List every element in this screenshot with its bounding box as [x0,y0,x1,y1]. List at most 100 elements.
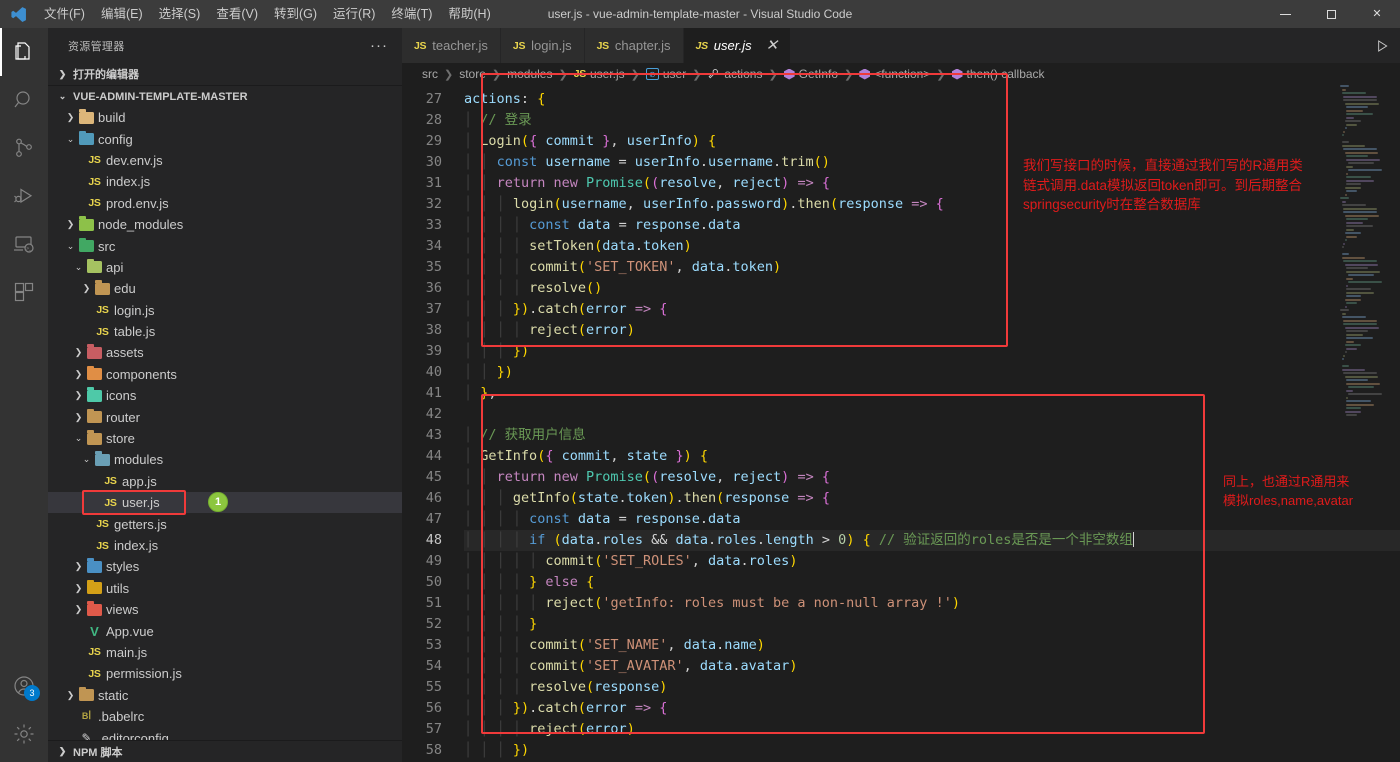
tree-item-styles[interactable]: ❯ styles [48,556,402,577]
code-editor[interactable]: 27 28 29 30 31 32 33 34 35 36 37 38 39 40 41 42 43 44 45 46… [402,85,1400,762]
code-line[interactable]: │ │ }) [464,362,1400,383]
tree-item-components[interactable]: ❯ components [48,364,402,385]
tab-login-js[interactable]: JS login.js [500,28,585,63]
code-line[interactable]: │ │ │ │ if (data.roles && data.roles.len… [464,530,1400,551]
window-controls[interactable]: ✕ [1262,0,1400,28]
tree-item-config[interactable]: ⌄ config [48,128,402,149]
code-line[interactable]: │ // 获取用户信息 [464,425,1400,446]
menu-run[interactable]: 运行(R) [325,0,383,28]
breadcrumb-item-getinfo[interactable]: GetInfo [783,67,838,81]
code-line[interactable]: │ │ │ │ } else { [464,572,1400,593]
code-line[interactable]: │ │ │ │ commit('SET_TOKEN', data.token) [464,257,1400,278]
code-line[interactable]: │ │ │ │ const data = response.data [464,509,1400,530]
tree-item-node-modules[interactable]: ❯ node_modules [48,214,402,235]
editor-tabs[interactable]: JS teacher.js JS login.js JS chapter.js JS user… [402,28,1400,63]
menu-file[interactable]: 文件(F) [36,0,93,28]
tree-item--editorconfig[interactable]: ❯✎.editorconfig [48,727,402,740]
tab-chapter-js[interactable]: JS chapter.js [584,28,684,63]
activitybar-run-debug[interactable] [0,172,48,220]
maximize-button[interactable] [1308,0,1354,28]
code-line[interactable]: │ │ │ }).catch(error => { [464,698,1400,719]
tree-item-router[interactable]: ❯ router [48,406,402,427]
breadcrumb-item-actions[interactable]: actions [707,67,762,81]
activitybar-source-control[interactable] [0,124,48,172]
tree-item-modules[interactable]: ⌄ modules [48,449,402,470]
code-line[interactable]: │ │ │ }) [464,341,1400,362]
code-line[interactable]: │ │ │ │ │ commit('SET_ROLES', data.roles… [464,551,1400,572]
code-line[interactable]: │ │ │ │ resolve(response) [464,677,1400,698]
code-line[interactable]: │ }, [464,383,1400,404]
code-line[interactable]: │ │ const username = userInfo.username.t… [464,152,1400,173]
code-line[interactable]: │ │ │ }) [464,740,1400,761]
tree-item-getters-js[interactable]: ❯JSgetters.js [48,513,402,534]
code-line[interactable] [464,404,1400,425]
breadcrumb-item-src[interactable]: src [422,67,438,81]
code-content[interactable]: actions: {│ // 登录 │ Login({ commit }, use… [464,85,1400,762]
file-tree[interactable]: ❯ build ⌄ config ❯ JS dev.env.js ❯ JS index.js ❯ JS… [48,107,402,740]
breadcrumb[interactable]: src ❯ store ❯ modules ❯ JS user.js ❯ ⊘ user ❯ action… [402,63,1400,85]
tree-item-index-js[interactable]: ❯JSindex.js [48,535,402,556]
menu-help[interactable]: 帮助(H) [440,0,498,28]
code-line[interactable]: │ │ │ │ reject(error) [464,320,1400,341]
tree-item-main-js[interactable]: ❯JSmain.js [48,642,402,663]
tab-user-js[interactable]: JS user.js ✕ [683,28,792,63]
code-line[interactable]: │ │ │ getInfo(state.token).then(response… [464,488,1400,509]
project-section[interactable]: ⌄ VUE-ADMIN-TEMPLATE-MASTER [48,85,402,107]
breadcrumb-item--function-[interactable]: <function> [859,67,930,81]
breadcrumb-item-user[interactable]: ⊘ user [645,67,686,81]
run-play-icon[interactable] [1374,38,1390,54]
code-line[interactable]: │ │ │ │ commit('SET_AVATAR', data.avatar… [464,656,1400,677]
activitybar-settings[interactable] [0,710,48,758]
activitybar-extensions[interactable] [0,268,48,316]
breadcrumb-item-modules[interactable]: modules [507,67,552,81]
tree-item-edu[interactable]: ❯ edu [48,278,402,299]
tree-item-utils[interactable]: ❯ utils [48,578,402,599]
tree-item-index-js[interactable]: ❯JSindex.js [48,171,402,192]
minimize-button[interactable] [1262,0,1308,28]
close-button[interactable]: ✕ [1354,0,1400,28]
code-line[interactable]: │ │ │ │ │ reject('getInfo: roles must be… [464,593,1400,614]
menu-go[interactable]: 转到(G) [266,0,325,28]
menu-terminal[interactable]: 终端(T) [383,0,440,28]
activitybar-search[interactable] [0,76,48,124]
menu-view[interactable]: 查看(V) [208,0,266,28]
tree-item-permission-js[interactable]: ❯JSpermission.js [48,663,402,684]
activitybar-explorer[interactable] [0,28,48,76]
code-line[interactable]: │ │ │ │ } [464,614,1400,635]
code-line[interactable]: │ Login({ commit }, userInfo) { [464,131,1400,152]
tab-close-icon[interactable]: ✕ [758,38,779,53]
tree-item-app-vue[interactable]: ❯VApp.vue [48,620,402,641]
tree-item-build[interactable]: ❯ build [48,107,402,128]
tree-item-prod-env-js[interactable]: ❯JSprod.env.js [48,193,402,214]
tree-item-icons[interactable]: ❯ icons [48,385,402,406]
breadcrumb-item-user-js[interactable]: JS user.js [574,67,625,81]
tree-item--babelrc[interactable]: ❯Bꟾ.babelrc [48,706,402,727]
code-line[interactable]: │ │ │ }).catch(error => { [464,299,1400,320]
tree-item-store[interactable]: ⌄ store [48,428,402,449]
activitybar-account[interactable]: 3 [0,662,48,710]
menu-bar[interactable]: 文件(F) 编辑(E) 选择(S) 查看(V) 转到(G) 运行(R) 终端(T… [36,0,499,28]
tree-item-views[interactable]: ❯ views [48,599,402,620]
tab-teacher-js[interactable]: JS teacher.js [402,28,501,63]
npm-scripts-section[interactable]: ❯ NPM 脚本 [48,740,402,762]
code-line[interactable]: │ │ │ │ setToken(data.token) [464,236,1400,257]
tree-item-assets[interactable]: ❯ assets [48,342,402,363]
tree-item-dev-env-js[interactable]: ❯JSdev.env.js [48,150,402,171]
tree-item-table-js[interactable]: ❯JStable.js [48,321,402,342]
menu-edit[interactable]: 编辑(E) [93,0,151,28]
code-line[interactable]: │ │ return new Promise((resolve, reject)… [464,467,1400,488]
breadcrumb-item-then-callback[interactable]: then() callback [951,67,1045,81]
tree-item-api[interactable]: ⌄ api [48,257,402,278]
code-line[interactable]: │ │ │ login(username, userInfo.password)… [464,194,1400,215]
code-line[interactable]: actions: { [464,89,1400,110]
tree-item-static[interactable]: ❯ static [48,685,402,706]
tree-item-src[interactable]: ⌄ src [48,235,402,256]
menu-selection[interactable]: 选择(S) [151,0,209,28]
code-line[interactable]: │ │ │ │ resolve() [464,278,1400,299]
code-line[interactable]: │ // 登录 [464,110,1400,131]
activitybar-remote-explorer[interactable]: >_ [0,220,48,268]
code-line[interactable]: │ │ │ │ commit('SET_NAME', data.name) [464,635,1400,656]
tree-item-app-js[interactable]: ❯JSapp.js [48,471,402,492]
code-line[interactable]: │ │ │ │ const data = response.data [464,215,1400,236]
code-line[interactable]: │ │ return new Promise((resolve, reject)… [464,173,1400,194]
